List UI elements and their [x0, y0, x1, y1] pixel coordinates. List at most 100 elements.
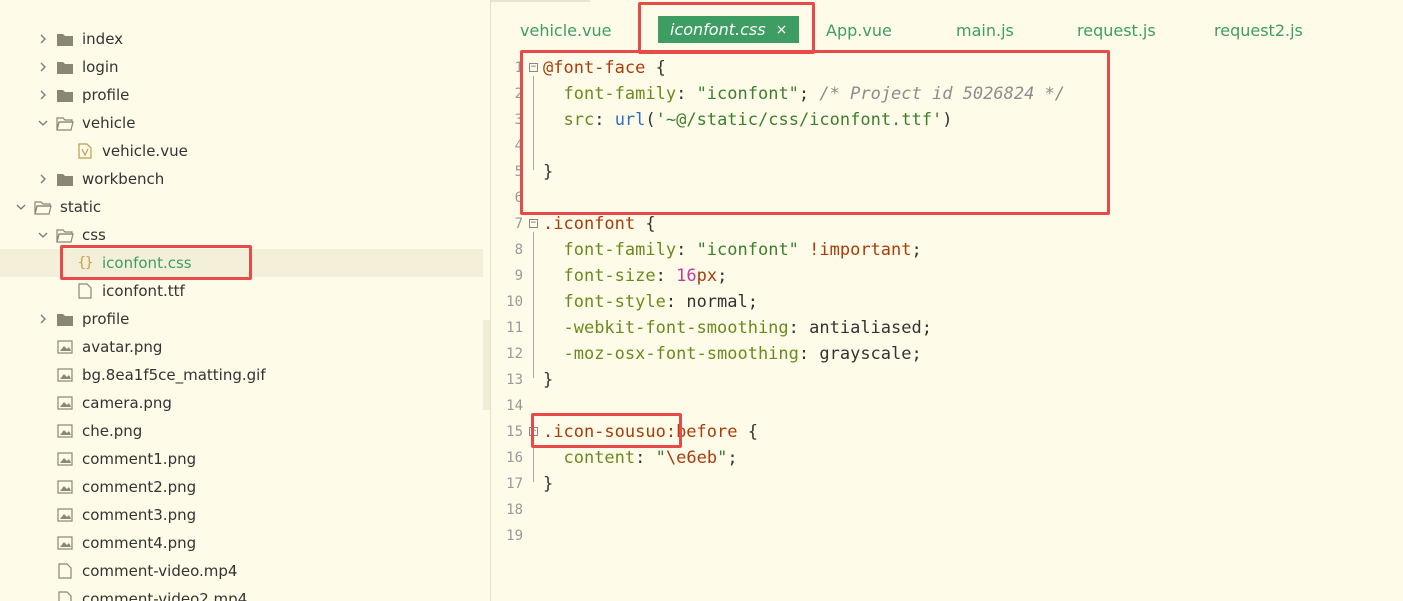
tree-file[interactable]: {} iconfont.css	[0, 249, 483, 277]
code-text: font-family: "iconfont" !important;	[543, 237, 921, 263]
code-line[interactable]: 1− @font-face {	[491, 55, 1403, 81]
tree-item-label: bg.8ea1f5ce_matting.gif	[82, 366, 266, 384]
code-line[interactable]: 13}	[491, 367, 1403, 393]
code-line[interactable]: 12 -moz-osx-font-smoothing: grayscale;	[491, 341, 1403, 367]
code-line[interactable]: 16 content: "\e6eb";	[491, 445, 1403, 471]
css-file-icon: {}	[77, 255, 94, 271]
code-line[interactable]: 5}	[491, 159, 1403, 185]
tree-file[interactable]: comment2.png	[0, 473, 483, 501]
code-line[interactable]: 7− .iconfont {	[491, 211, 1403, 237]
code-token: }	[543, 474, 554, 494]
tree-folder[interactable]: vehicle	[0, 109, 483, 137]
tree-item-label: iconfont.css	[102, 254, 192, 272]
line-number: 15	[506, 424, 523, 440]
code-text: }	[543, 471, 553, 497]
tree-item-label: comment2.png	[82, 478, 197, 496]
fold-toggle-icon[interactable]: −	[529, 219, 538, 228]
code-token: @font-face	[543, 58, 646, 78]
tree-file[interactable]: comment3.png	[0, 501, 483, 529]
code-editor[interactable]: 1− @font-face {2 font-family: "iconfont";…	[491, 56, 1403, 601]
code-text: src: url('~@/static/css/iconfont.ttf')	[543, 107, 952, 133]
tree-folder[interactable]: profile	[0, 305, 483, 333]
tab-request2-js[interactable]: request2.js	[1214, 16, 1303, 44]
chevron-down-icon[interactable]	[36, 228, 50, 242]
code-token: (	[645, 110, 656, 130]
code-line[interactable]: 3 src: url('~@/static/css/iconfont.ttf')	[491, 107, 1403, 133]
tree-item-label: profile	[82, 310, 130, 328]
tree-file[interactable]: vehicle.vue	[0, 137, 483, 165]
tree-file[interactable]: comment-video2.mp4	[0, 585, 483, 601]
code-token: !important	[798, 240, 912, 260]
chevron-right-icon[interactable]	[36, 88, 50, 102]
code-token: src	[563, 110, 595, 130]
chevron-down-icon[interactable]	[14, 200, 28, 214]
code-line[interactable]: 11 -webkit-font-smoothing: antialiased;	[491, 315, 1403, 341]
file-icon	[56, 591, 74, 601]
code-line[interactable]: 8 font-family: "iconfont" !important;	[491, 237, 1403, 263]
image-file-icon	[56, 367, 74, 383]
code-line[interactable]: 15− .icon-sousuo:before {	[491, 419, 1403, 445]
code-token: :	[635, 448, 656, 468]
tree-file[interactable]: comment-video.mp4	[0, 557, 483, 585]
tree-item-label: comment-video.mp4	[82, 562, 238, 580]
file-icon	[56, 563, 74, 579]
code-token: -webkit-font-smoothing	[563, 318, 789, 338]
close-icon[interactable]: ×	[776, 22, 788, 38]
code-token: {	[635, 214, 656, 234]
tree-file[interactable]: avatar.png	[0, 333, 483, 361]
chevron-down-icon[interactable]	[36, 116, 50, 130]
code-token: .icon-sousuo	[543, 422, 666, 442]
code-text: .iconfont {	[543, 211, 656, 237]
code-line[interactable]: 4	[491, 133, 1403, 159]
tab-label: iconfont.css	[670, 20, 766, 39]
tree-file[interactable]: comment4.png	[0, 529, 483, 557]
tree-folder[interactable]: login	[0, 53, 483, 81]
tab-main-js[interactable]: main.js	[956, 16, 1014, 44]
code-text: -moz-osx-font-smoothing: grayscale;	[543, 341, 922, 367]
code-line[interactable]: 10 font-style: normal;	[491, 289, 1403, 315]
tab-label: request.js	[1077, 20, 1156, 40]
chevron-right-icon[interactable]	[36, 312, 50, 326]
code-line[interactable]: 6	[491, 185, 1403, 211]
folder-icon	[56, 59, 74, 75]
tree-folder[interactable]: static	[0, 193, 483, 221]
tab-label: main.js	[956, 20, 1014, 40]
chevron-right-icon[interactable]	[36, 32, 50, 46]
line-number: 7	[514, 216, 523, 232]
tree-item-label: index	[82, 30, 124, 48]
tab-vehicle-vue[interactable]: vehicle.vue	[520, 16, 612, 44]
sidebar-scrollbar[interactable]	[483, 320, 490, 410]
line-number: 5	[514, 164, 523, 180]
code-token: "iconfont"	[696, 240, 799, 260]
tab-request-js[interactable]: request.js	[1077, 16, 1156, 44]
tree-file[interactable]: comment1.png	[0, 445, 483, 473]
code-token: :	[676, 240, 697, 260]
tab-app-vue[interactable]: App.vue	[826, 16, 892, 44]
tree-folder[interactable]: workbench	[0, 165, 483, 193]
fold-toggle-icon[interactable]: −	[529, 63, 538, 72]
code-line[interactable]: 17}	[491, 471, 1403, 497]
code-token: )	[942, 110, 953, 130]
tab-iconfont-css[interactable]: iconfont.css ×	[658, 16, 800, 43]
vue-file-icon	[76, 143, 94, 159]
code-token: ;	[911, 344, 922, 364]
tree-folder[interactable]: index	[0, 25, 483, 53]
tree-file[interactable]: bg.8ea1f5ce_matting.gif	[0, 361, 483, 389]
code-line[interactable]: 18	[491, 497, 1403, 523]
code-token: content	[563, 448, 636, 468]
code-line[interactable]: 2 font-family: "iconfont"; /* Project id…	[491, 81, 1403, 107]
code-line[interactable]: 19	[491, 523, 1403, 549]
tree-file[interactable]: camera.png	[0, 389, 483, 417]
code-token: :	[665, 292, 687, 312]
code-line[interactable]: 14	[491, 393, 1403, 419]
tree-file[interactable]: che.png	[0, 417, 483, 445]
chevron-right-icon[interactable]	[36, 60, 50, 74]
fold-toggle-icon[interactable]: −	[529, 427, 538, 436]
code-line[interactable]: 9 font-size: 16px;	[491, 263, 1403, 289]
code-token: "	[655, 448, 666, 468]
tree-folder[interactable]: css	[0, 221, 483, 249]
tree-file[interactable]: iconfont.ttf	[0, 277, 483, 305]
chevron-right-icon[interactable]	[36, 172, 50, 186]
tree-folder[interactable]: profile	[0, 81, 483, 109]
